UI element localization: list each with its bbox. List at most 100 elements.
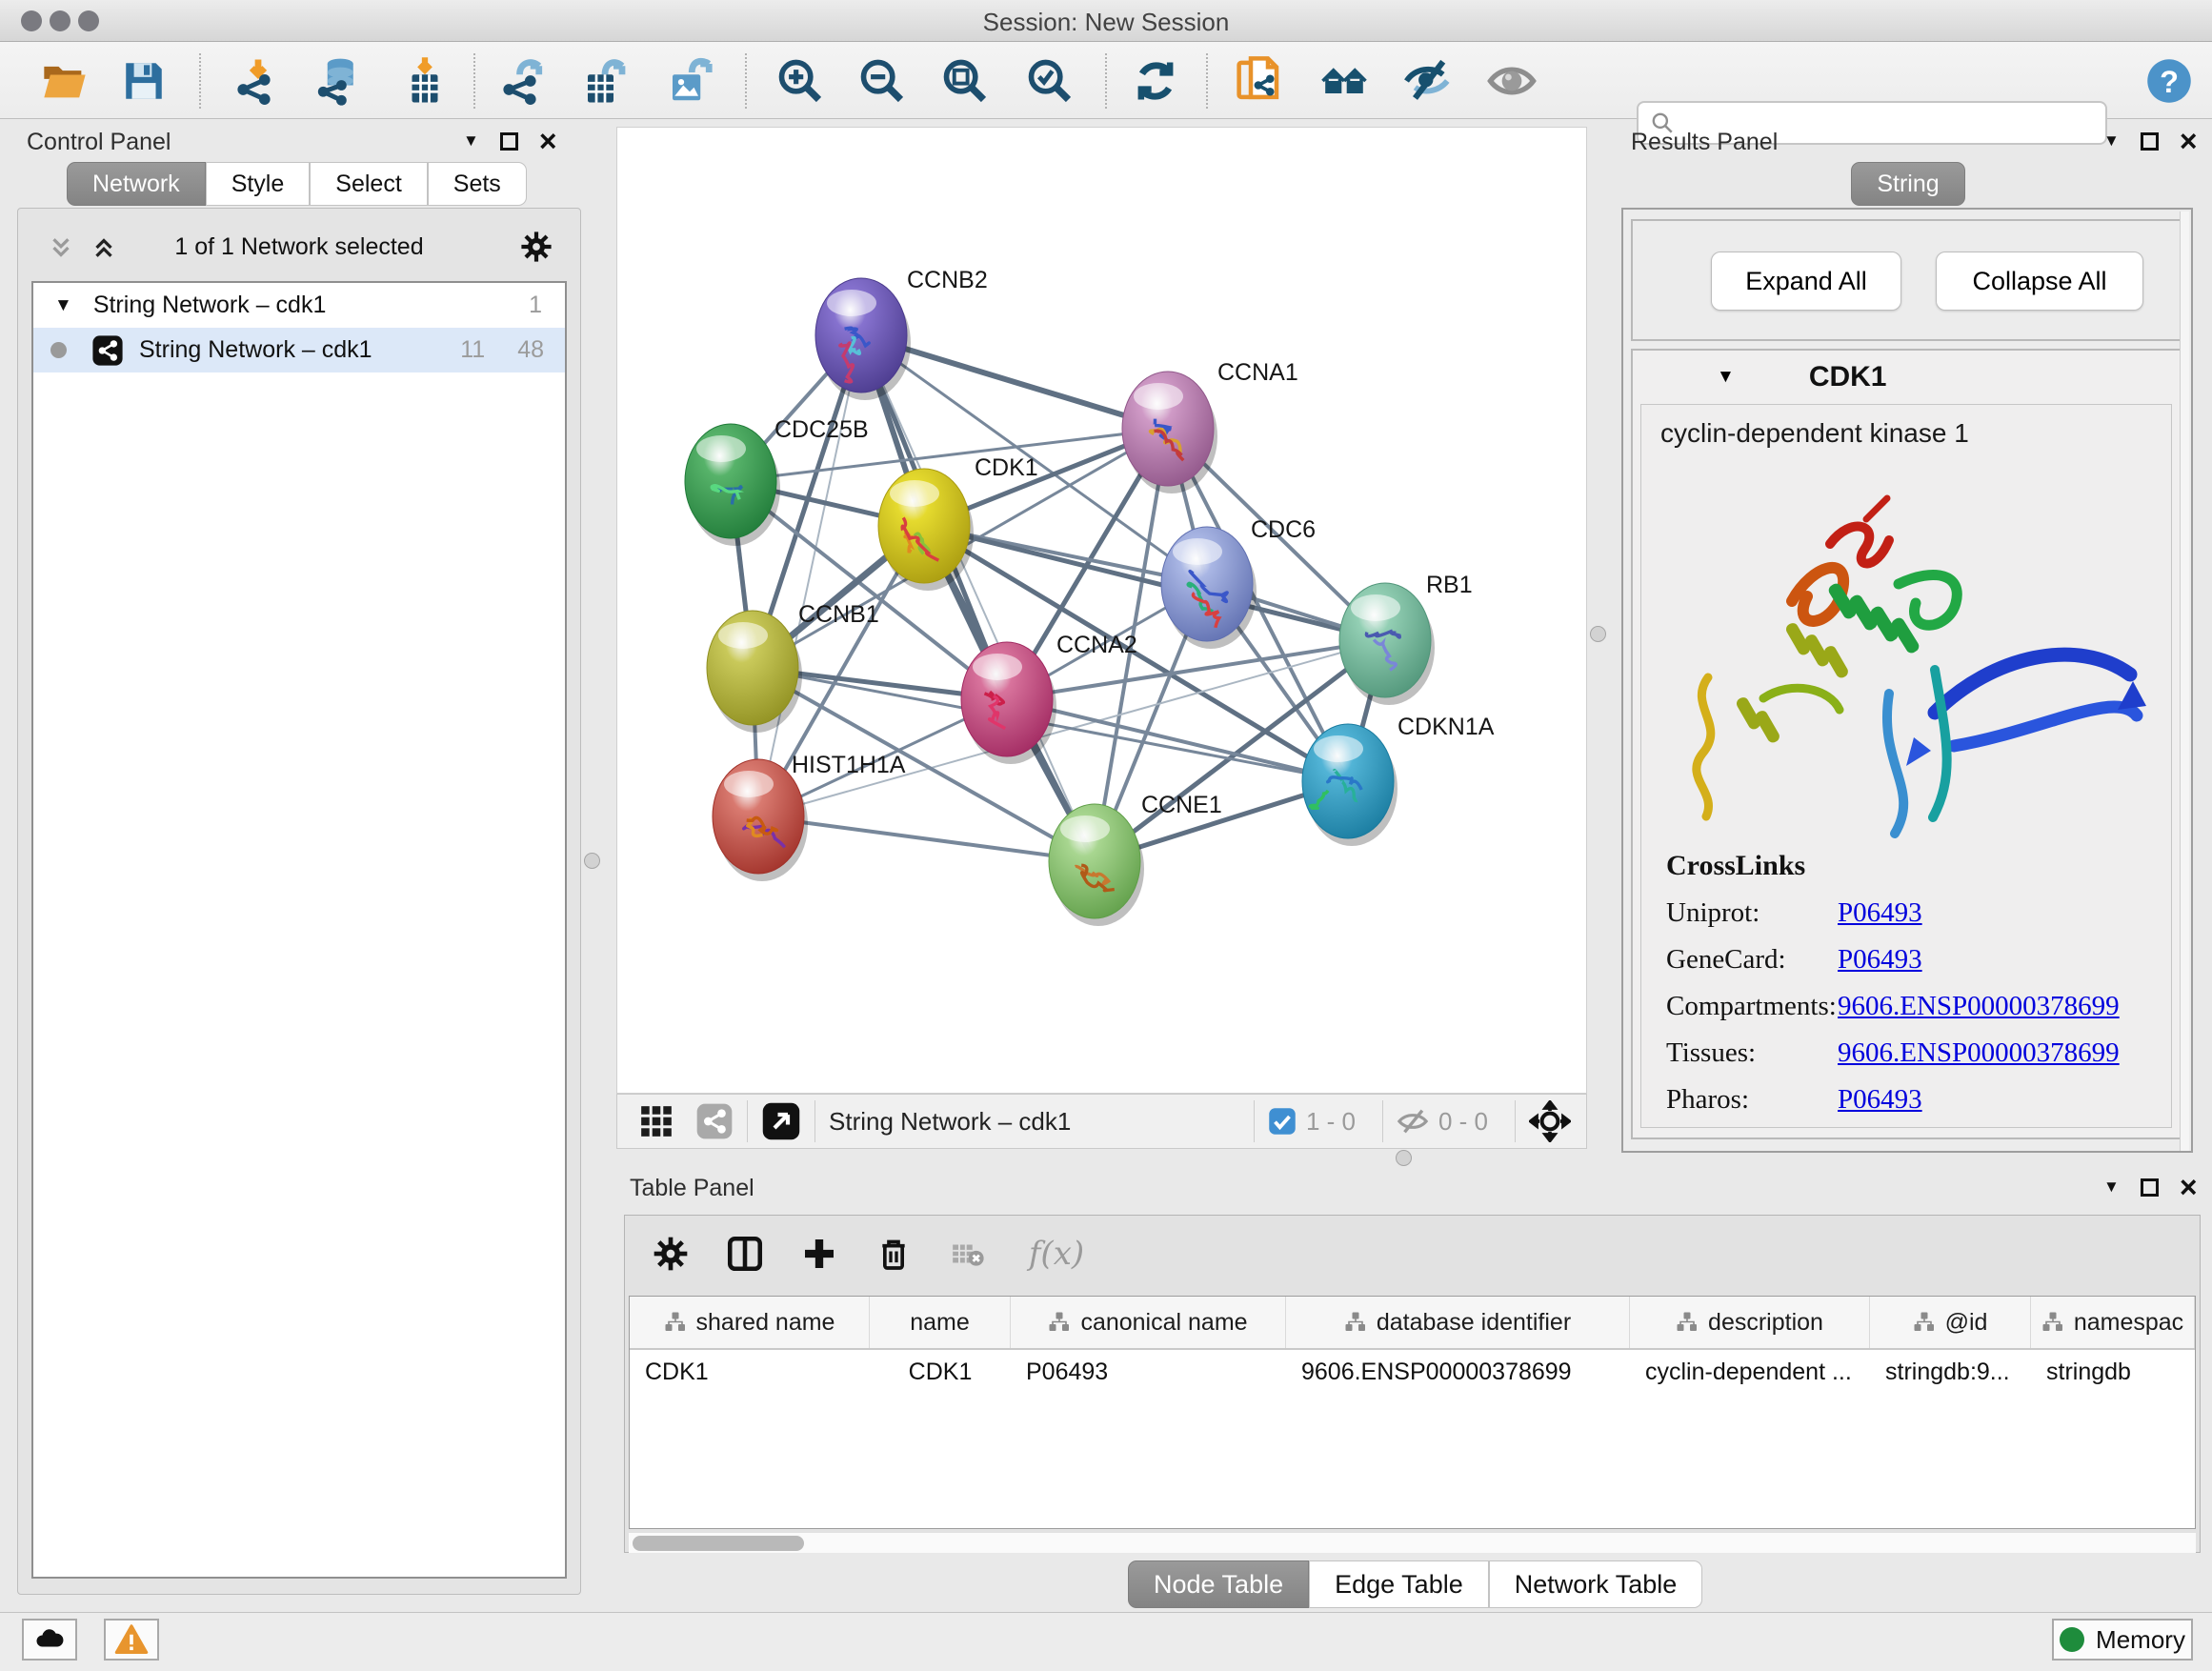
network-node-CCNB2[interactable] [815, 278, 911, 400]
show-columns-button[interactable] [716, 1225, 774, 1282]
network-view-canvas[interactable]: CCNB2CCNA1CDC25BCDK1CDC6RB1CCNB1CCNA2CDK… [616, 127, 1587, 1094]
left-splitter-handle[interactable] [584, 853, 600, 869]
first-neighbors-button[interactable] [1318, 55, 1370, 107]
table-cell[interactable]: stringdb:9... [1870, 1350, 2031, 1394]
save-session-button[interactable] [118, 55, 170, 107]
tab-style[interactable]: Style [206, 162, 311, 206]
crosslink-link[interactable]: P06493 [1838, 944, 1922, 976]
network-edge-CCNB2-CCNE1[interactable] [861, 335, 1095, 861]
network-node-CDC6[interactable] [1161, 527, 1257, 649]
zoom-selected-icon [1025, 56, 1075, 106]
crosslink-link[interactable]: 9606.ENSP00000378699 [1838, 1037, 2120, 1069]
help-button[interactable]: ? [2143, 55, 2195, 107]
memory-status-button[interactable]: Memory [2052, 1619, 2193, 1661]
cdk1-collapse-arrow[interactable]: ▼ [1717, 367, 1735, 388]
tab-sets[interactable]: Sets [428, 162, 527, 206]
table-row[interactable]: CDK1CDK1P064939606.ENSP00000378699cyclin… [630, 1350, 2195, 1394]
table-options-button[interactable] [642, 1225, 699, 1282]
network-node-CCNA1[interactable] [1122, 372, 1217, 493]
tab-node-table[interactable]: Node Table [1128, 1560, 1309, 1608]
warnings-button[interactable] [104, 1619, 159, 1661]
network-row[interactable]: String Network – cdk1 11 48 [33, 328, 565, 372]
network-collection-row[interactable]: ▼ String Network – cdk1 1 [33, 283, 565, 328]
crosslink-link[interactable]: 9606.ENSP00000378699 [1838, 991, 2120, 1022]
cdk1-card-header[interactable]: ▼ CDK1 [1633, 351, 2180, 404]
column-header-namespac[interactable]: namespac [2031, 1297, 2195, 1348]
crosslink-row: Tissues:9606.ENSP00000378699 [1666, 1037, 2171, 1069]
zoom-in-button[interactable] [774, 55, 826, 107]
create-column-button[interactable] [791, 1225, 848, 1282]
column-header-description[interactable]: description [1630, 1297, 1870, 1348]
network-options-gear-icon[interactable] [519, 230, 553, 264]
table-panel-close-button[interactable]: × [2180, 1178, 2198, 1197]
fit-content-button[interactable] [1529, 1100, 1571, 1142]
hide-selected-button[interactable] [1402, 55, 1454, 107]
crosslink-link[interactable]: P06493 [1838, 1084, 1922, 1116]
import-table-file-button[interactable] [399, 55, 451, 107]
table-gear-icon [652, 1235, 690, 1273]
network-node-CCNB1[interactable] [707, 611, 802, 733]
network-edge-CDK1-RB1[interactable] [924, 526, 1385, 640]
control-panel-close-button[interactable]: × [539, 132, 557, 151]
tab-select[interactable]: Select [310, 162, 427, 206]
network-view-mode-button[interactable] [695, 1102, 734, 1140]
network-node-CDK1[interactable] [878, 469, 974, 591]
export-network-button[interactable] [498, 55, 550, 107]
tab-edge-table[interactable]: Edge Table [1309, 1560, 1489, 1608]
zoom-fit-button[interactable] [939, 55, 991, 107]
bottom-splitter-handle[interactable] [1396, 1150, 1412, 1166]
table-panel-float-button[interactable] [2141, 1178, 2159, 1197]
column-header-name[interactable]: name [870, 1297, 1011, 1348]
tab-network-table[interactable]: Network Table [1489, 1560, 1703, 1608]
collection-collapse-arrow[interactable]: ▼ [54, 295, 72, 316]
table-cell[interactable]: CDK1 [630, 1350, 870, 1394]
tab-network[interactable]: Network [67, 162, 206, 206]
column-header--id[interactable]: @id [1870, 1297, 2031, 1348]
table-horizontal-scrollbar[interactable] [629, 1532, 2196, 1553]
delete-column-button[interactable] [865, 1225, 922, 1282]
column-header-shared-name[interactable]: shared name [630, 1297, 870, 1348]
import-network-file-button[interactable] [232, 55, 284, 107]
show-all-button[interactable] [1486, 55, 1538, 107]
export-image-button[interactable] [664, 55, 715, 107]
column-header-canonical-name[interactable]: canonical name [1011, 1297, 1286, 1348]
zoom-out-button[interactable] [856, 55, 908, 107]
collapse-all-button[interactable]: Collapse All [1936, 252, 2143, 311]
import-network-from-database-button[interactable] [312, 55, 364, 107]
results-scrollbar[interactable] [2180, 211, 2189, 1151]
zoom-selected-button[interactable] [1024, 55, 1076, 107]
export-table-button[interactable] [579, 55, 631, 107]
network-node-RB1[interactable] [1339, 583, 1435, 705]
network-edge-HIST1H1A-CCNE1[interactable] [758, 816, 1095, 861]
expand-all-button[interactable]: Expand All [1711, 252, 1901, 311]
table-cell[interactable]: CDK1 [870, 1350, 1011, 1394]
results-panel-float-button[interactable] [2141, 132, 2159, 151]
network-edge-CCNB2-HIST1H1A[interactable] [758, 335, 861, 816]
table-cell[interactable]: cyclin-dependent ... [1630, 1350, 1870, 1394]
network-node-CCNE1[interactable] [1049, 804, 1144, 926]
crosslink-label: GeneCard: [1666, 944, 1838, 976]
table-cell[interactable]: stringdb [2031, 1350, 2195, 1394]
cloud-status-button[interactable] [22, 1619, 77, 1661]
selected-checkbox-icon[interactable] [1268, 1107, 1297, 1136]
results-tab-string[interactable]: String [1851, 162, 1964, 206]
crosslink-link[interactable]: P06493 [1838, 897, 1922, 929]
birdseye-view-button[interactable] [761, 1101, 801, 1141]
table-panel-menu-button[interactable]: ▼ [2103, 1178, 2120, 1197]
network-selection-status: 1 of 1 Network selected [18, 233, 580, 261]
control-panel-menu-button[interactable]: ▼ [463, 131, 479, 151]
network-node-CDKN1A[interactable] [1302, 724, 1398, 846]
right-splitter-handle[interactable] [1590, 626, 1606, 642]
results-panel-menu-button[interactable]: ▼ [2103, 131, 2120, 151]
grid-view-button[interactable] [638, 1103, 674, 1139]
open-session-button[interactable] [39, 55, 90, 107]
new-network-from-selection-button[interactable] [1234, 55, 1285, 107]
table-cell[interactable]: 9606.ENSP00000378699 [1286, 1350, 1630, 1394]
memory-label: Memory [2096, 1625, 2185, 1655]
table-cell[interactable]: P06493 [1011, 1350, 1286, 1394]
network-node-CCNA2[interactable] [961, 642, 1056, 764]
control-panel-float-button[interactable] [500, 132, 518, 151]
results-panel-close-button[interactable]: × [2180, 132, 2198, 151]
column-header-database-identifier[interactable]: database identifier [1286, 1297, 1630, 1348]
refresh-view-button[interactable] [1130, 55, 1181, 107]
